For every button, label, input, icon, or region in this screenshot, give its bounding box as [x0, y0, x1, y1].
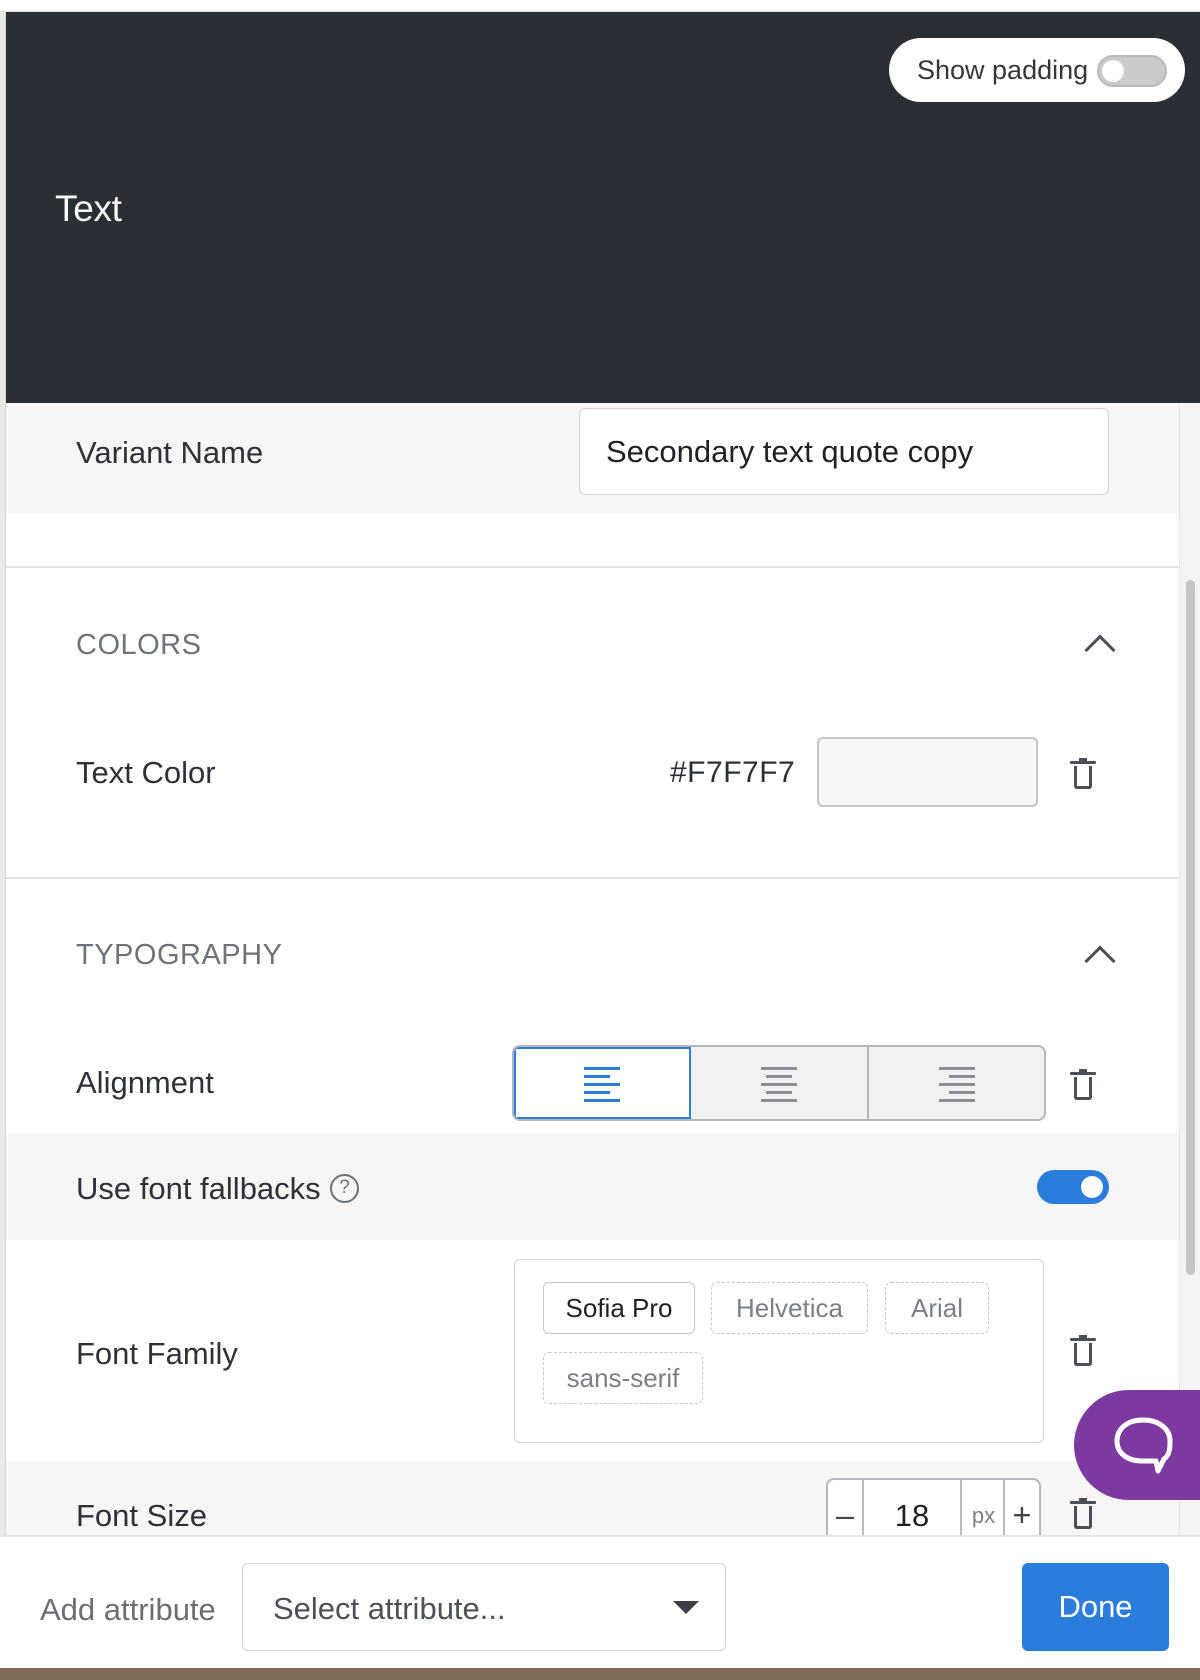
- align-center-icon: [761, 1067, 798, 1103]
- text-color-label: Text Color: [76, 755, 216, 790]
- preview-area: Text Show padding: [6, 12, 1200, 403]
- chat-bubble-icon: [1114, 1417, 1173, 1474]
- font-chip-fallback[interactable]: sans-serif: [543, 1352, 703, 1404]
- dropdown-caret-icon: [673, 1601, 699, 1614]
- add-attribute-label: Add attribute: [40, 1592, 216, 1627]
- alignment-label: Alignment: [76, 1065, 214, 1100]
- delete-font-size-icon[interactable]: [1070, 1498, 1096, 1529]
- delete-text-color-icon[interactable]: [1070, 758, 1096, 789]
- font-size-unit[interactable]: px: [962, 1480, 1005, 1535]
- align-center-button[interactable]: [691, 1047, 869, 1119]
- align-left-button[interactable]: [514, 1047, 692, 1119]
- preview-text: Text: [55, 188, 122, 229]
- window-top-edge: [0, 0, 1200, 12]
- font-family-box[interactable]: Sofia Pro Helvetica Arial sans-serif: [514, 1259, 1044, 1443]
- collapse-typography-chevron-icon[interactable]: [1084, 945, 1116, 977]
- alignment-button-group: [512, 1045, 1046, 1121]
- font-chip-fallback[interactable]: Helvetica: [711, 1282, 868, 1334]
- attribute-select-placeholder: Select attribute...: [273, 1591, 506, 1626]
- font-fallbacks-label: Use font fallbacks: [76, 1171, 321, 1206]
- switch-knob: [1081, 1176, 1103, 1198]
- colors-section-title: COLORS: [76, 629, 202, 661]
- font-fallbacks-switch[interactable]: [1037, 1170, 1109, 1204]
- text-color-hex: #F7F7F7: [670, 756, 796, 789]
- delete-font-family-icon[interactable]: [1070, 1335, 1096, 1366]
- switch-knob: [1102, 60, 1124, 82]
- delete-alignment-icon[interactable]: [1070, 1069, 1096, 1100]
- collapse-colors-chevron-icon[interactable]: [1084, 634, 1116, 666]
- font-chip-fallback[interactable]: Arial: [885, 1282, 989, 1334]
- variant-name-input[interactable]: [579, 408, 1109, 495]
- decrease-font-size-button[interactable]: –: [828, 1480, 864, 1535]
- text-color-swatch[interactable]: [817, 737, 1038, 807]
- variant-name-label: Variant Name: [76, 435, 264, 470]
- increase-font-size-button[interactable]: +: [1003, 1480, 1039, 1535]
- scrollbar-thumb[interactable]: [1186, 580, 1195, 1275]
- show-padding-toggle[interactable]: Show padding: [889, 38, 1185, 102]
- align-right-icon: [938, 1067, 975, 1103]
- font-chip-primary[interactable]: Sofia Pro: [543, 1282, 695, 1334]
- show-padding-switch[interactable]: [1097, 55, 1167, 87]
- attribute-select[interactable]: Select attribute...: [242, 1563, 726, 1651]
- align-left-icon: [584, 1067, 620, 1103]
- font-family-label: Font Family: [76, 1336, 238, 1371]
- font-size-label: Font Size: [76, 1498, 207, 1533]
- font-size-value[interactable]: 18: [864, 1480, 962, 1535]
- footer-bar: Add attribute Select attribute... Done: [0, 1535, 1200, 1668]
- help-icon[interactable]: ?: [330, 1174, 359, 1203]
- divider: [6, 566, 1179, 568]
- align-right-button[interactable]: [868, 1047, 1044, 1119]
- done-button[interactable]: Done: [1022, 1563, 1169, 1651]
- settings-panel: Variant Name COLORS Text Color #F7F7F7 T…: [6, 403, 1179, 1535]
- typography-section-title: TYPOGRAPHY: [76, 939, 283, 971]
- divider: [6, 877, 1179, 879]
- window-bottom-edge: [0, 1668, 1200, 1680]
- show-padding-label: Show padding: [917, 54, 1089, 85]
- chat-button[interactable]: [1074, 1390, 1200, 1500]
- font-size-stepper: – 18 px +: [826, 1478, 1041, 1535]
